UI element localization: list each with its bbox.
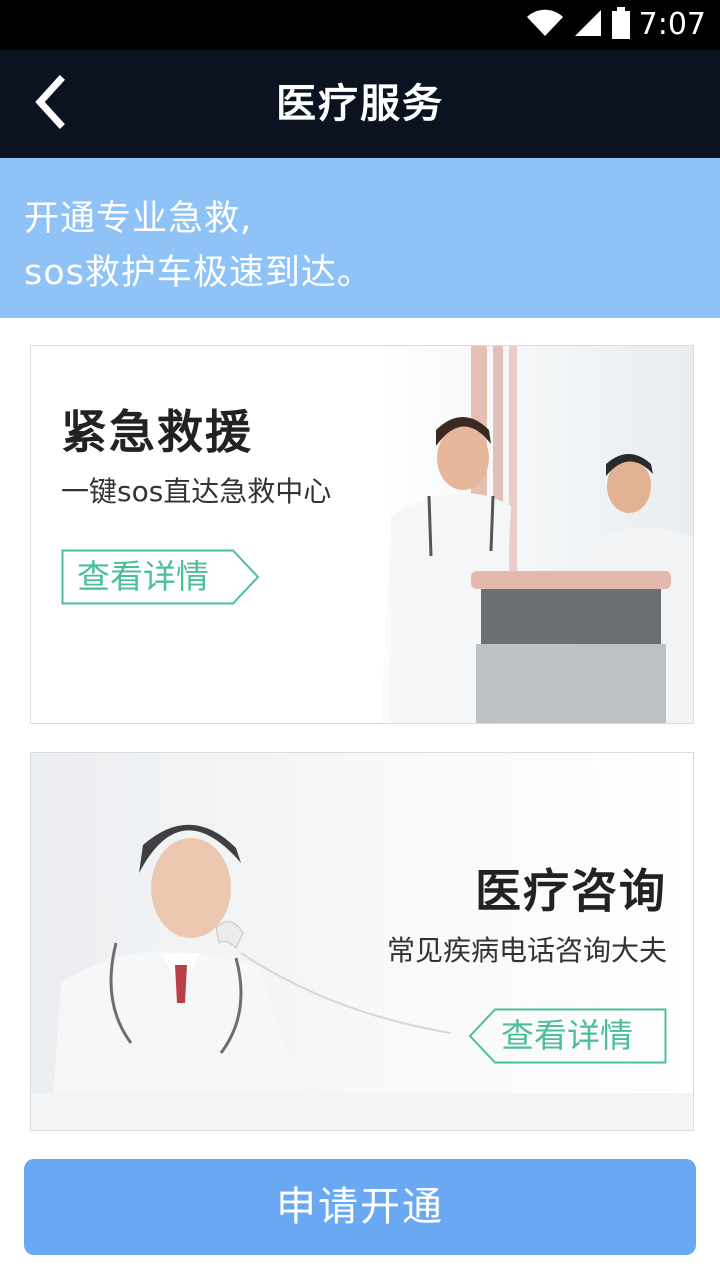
promo-banner: 开通专业急救, sos救护车极速到达。 [0,158,720,318]
signal-icon [573,8,603,42]
card-title: 紧急救援 [61,405,253,459]
banner-line-1: 开通专业急救, [24,199,253,239]
wifi-icon [525,8,565,42]
medical-consult-card[interactable]: 医疗咨询 常见疾病电话咨询大夫 查看详情 [30,752,694,1131]
back-button[interactable] [18,72,82,136]
card-subtitle: 常见疾病电话咨询大夫 [386,934,667,967]
nav-bar: 医疗服务 [0,50,720,158]
view-details-label: 查看详情 [77,557,209,596]
chevron-left-icon [30,74,70,134]
status-icons: 7:07 [525,6,706,44]
apply-activation-button[interactable]: 申请开通 [24,1159,696,1255]
status-time: 7:07 [638,7,706,42]
card-subtitle: 一键sos直达急救中心 [61,475,332,508]
status-bar: 7:07 [0,0,720,50]
page-title: 医疗服务 [276,81,444,127]
emergency-rescue-card[interactable]: 紧急救援 一键sos直达急救中心 查看详情 [30,345,694,724]
view-details-button[interactable]: 查看详情 [61,549,261,605]
view-details-label: 查看详情 [501,1016,633,1055]
battery-icon [611,7,631,43]
banner-line-2: sos救护车极速到达。 [24,253,373,293]
view-details-button[interactable]: 查看详情 [467,1008,667,1064]
card-title: 医疗咨询 [475,864,667,918]
